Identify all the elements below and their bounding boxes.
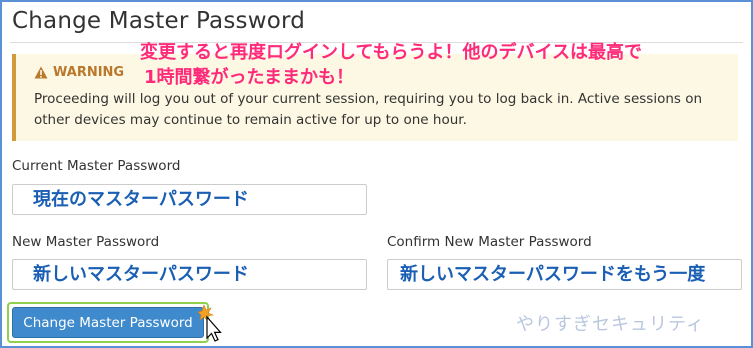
- mouse-pointer-icon: [198, 304, 222, 342]
- current-password-input[interactable]: 現在のマスターパスワード: [12, 184, 367, 215]
- page-title: Change Master Password: [12, 8, 306, 34]
- change-password-button-highlight: Change Master Password: [7, 302, 209, 343]
- warning-heading-text: WARNING: [53, 65, 125, 80]
- warning-heading: WARNING: [34, 65, 124, 80]
- annotation-line-1: 変更すると再度ログインしてもらうよ！他のデバイスは最高で: [140, 42, 643, 63]
- current-password-label: Current Master Password: [12, 158, 181, 174]
- click-burst-icon: [198, 304, 215, 322]
- warning-triangle-icon: [34, 66, 48, 79]
- watermark-text: やりすぎセキュリティ: [516, 314, 705, 335]
- warning-message: Proceeding will log you out of your curr…: [34, 91, 703, 128]
- new-password-label: New Master Password: [12, 234, 160, 250]
- new-password-input[interactable]: 新しいマスターパスワード: [12, 259, 367, 290]
- annotation-line-2: 1時間繋がったままかも！: [144, 67, 354, 88]
- change-password-button[interactable]: Change Master Password: [12, 307, 204, 338]
- annotation-text: 変更すると再度ログインしてもらうよ！他のデバイスは最高で 1時間繋がったままかも…: [140, 40, 642, 90]
- confirm-password-input[interactable]: 新しいマスターパスワードをもう一度: [387, 259, 742, 290]
- confirm-password-label: Confirm New Master Password: [387, 234, 592, 250]
